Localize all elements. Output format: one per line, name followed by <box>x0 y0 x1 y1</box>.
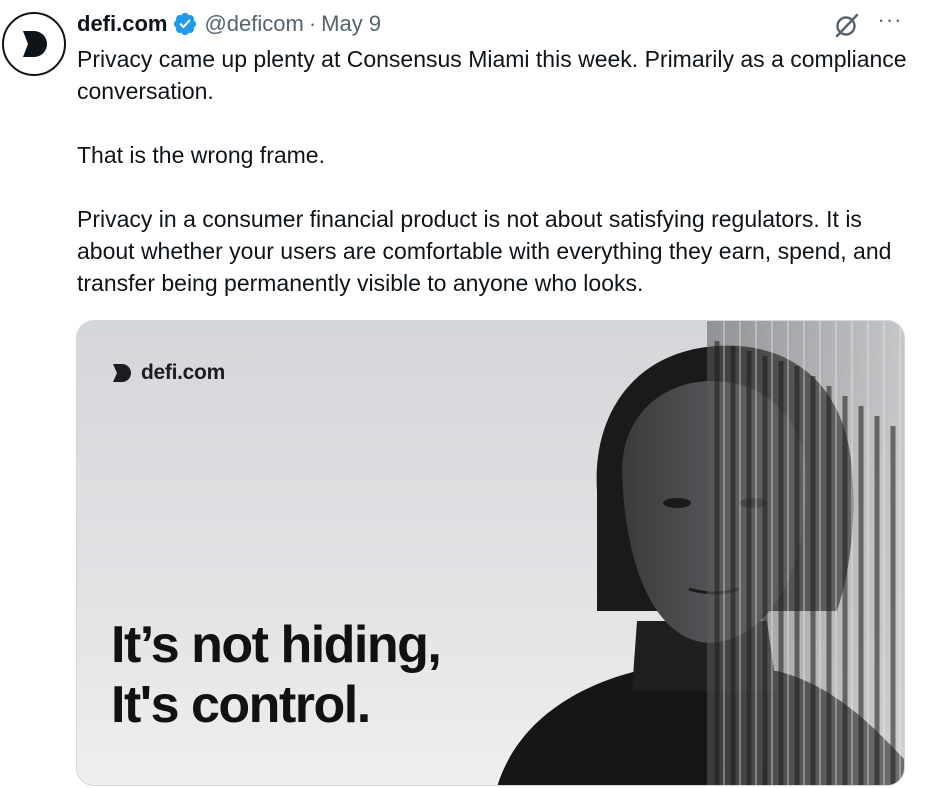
tweet-header: defi.com @deficom · May 9 <box>77 8 381 40</box>
grok-button[interactable] <box>832 10 862 40</box>
tweet-paragraph: Privacy came up plenty at Consensus Miam… <box>77 46 907 104</box>
more-options-icon[interactable]: ··· <box>872 9 908 40</box>
media-headline: It’s not hiding, It's control. <box>111 615 442 735</box>
tweet-paragraph: Privacy in a consumer financial product … <box>77 206 892 296</box>
tweet-paragraph: That is the wrong frame. <box>77 142 325 168</box>
tweet[interactable]: defi.com @deficom · May 9 ··· Privacy ca… <box>0 0 936 788</box>
tweet-text: Privacy came up plenty at Consensus Miam… <box>77 43 922 299</box>
headline-line-2: It's control. <box>111 676 371 734</box>
verified-badge-icon <box>174 12 197 36</box>
tweet-date[interactable]: May 9 <box>321 11 381 37</box>
header-separator: · <box>308 11 317 36</box>
headline-line-1: It’s not hiding, <box>111 616 442 674</box>
display-name[interactable]: defi.com <box>77 11 167 37</box>
grok-icon <box>835 13 859 38</box>
media-brand-logo: defi.com <box>111 361 225 385</box>
defi-logo-icon <box>23 31 47 57</box>
defi-logo-icon <box>113 364 131 382</box>
handle[interactable]: @deficom <box>204 11 303 37</box>
media-logo-text: defi.com <box>141 361 225 384</box>
avatar[interactable] <box>2 12 66 76</box>
tweet-media-image[interactable]: defi.com It’s not hiding, It's control. <box>76 320 905 786</box>
